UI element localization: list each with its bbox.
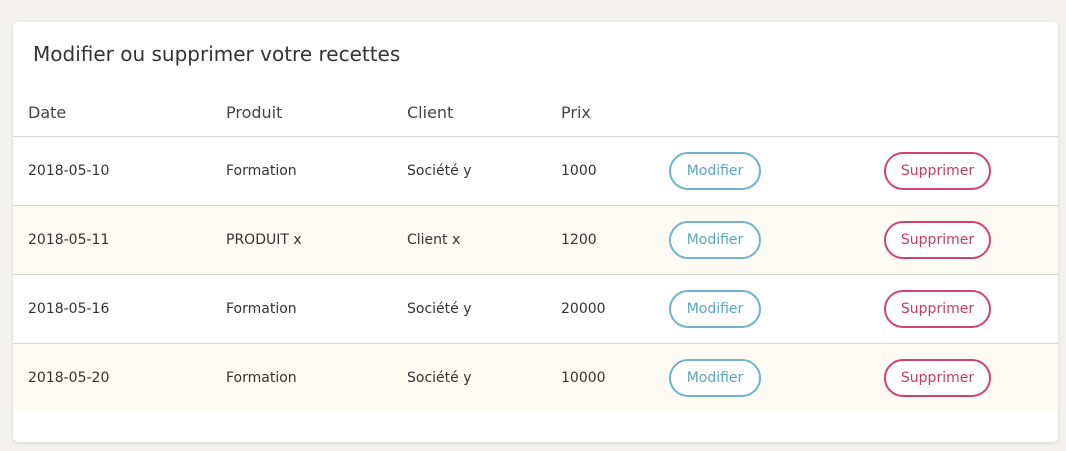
supprimer-button[interactable]: Supprimer	[884, 221, 991, 259]
header-produit: Produit	[211, 88, 392, 137]
cell-produit: Formation	[226, 301, 297, 317]
cell-produit: Formation	[226, 370, 297, 386]
cell-client: Client x	[407, 232, 461, 248]
cell-date: 2018-05-16	[28, 301, 110, 317]
cell-prix: 20000	[561, 301, 606, 317]
cell-produit: Formation	[226, 163, 297, 179]
supprimer-button[interactable]: Supprimer	[884, 290, 991, 328]
card-title: Modifier ou supprimer votre recettes	[33, 42, 401, 66]
cell-supprimer: Supprimer	[884, 137, 1058, 206]
modifier-button[interactable]: Modifier	[669, 359, 761, 397]
supprimer-button[interactable]: Supprimer	[884, 359, 991, 397]
table-row: 2018-05-16 Formation Société y 20000 Mod…	[13, 275, 1058, 344]
header-supprimer-empty	[884, 88, 1058, 137]
cell-prix: 10000	[561, 370, 606, 386]
table-row: 2018-05-11 PRODUIT x Client x 1200 Modif…	[13, 205, 1058, 275]
header-date: Date	[13, 88, 211, 137]
header-prix: Prix	[546, 88, 669, 137]
cell-modifier: Modifier	[669, 137, 884, 206]
supprimer-button[interactable]: Supprimer	[884, 152, 991, 190]
cell-client: Société y	[407, 163, 472, 179]
table-row: 2018-05-20 Formation Société y 10000 Mod…	[13, 343, 1058, 413]
cell-produit: PRODUIT x	[226, 232, 302, 248]
cell-modifier: Modifier	[669, 275, 884, 344]
cell-prix: 1200	[561, 232, 597, 248]
header-modifier-empty	[669, 88, 884, 137]
cell-date: 2018-05-10	[28, 163, 110, 179]
cell-supprimer: Supprimer	[884, 206, 1058, 275]
cell-modifier: Modifier	[669, 344, 884, 413]
cell-client: Société y	[407, 301, 472, 317]
cell-client: Société y	[407, 370, 472, 386]
recettes-card: Modifier ou supprimer votre recettes Dat…	[13, 22, 1058, 442]
table-row: 2018-05-10 Formation Société y 1000 Modi…	[13, 137, 1058, 206]
modifier-button[interactable]: Modifier	[669, 290, 761, 328]
header-client: Client	[392, 88, 546, 137]
cell-modifier: Modifier	[669, 206, 884, 275]
modifier-button[interactable]: Modifier	[669, 152, 761, 190]
cell-supprimer: Supprimer	[884, 344, 1058, 413]
table-header-row: Date Produit Client Prix	[13, 88, 1058, 137]
cell-supprimer: Supprimer	[884, 275, 1058, 344]
cell-date: 2018-05-11	[28, 232, 110, 248]
recettes-table: Date Produit Client Prix 2018-05-10 Form…	[13, 88, 1058, 412]
modifier-button[interactable]: Modifier	[669, 221, 761, 259]
cell-date: 2018-05-20	[28, 370, 110, 386]
cell-prix: 1000	[561, 163, 597, 179]
